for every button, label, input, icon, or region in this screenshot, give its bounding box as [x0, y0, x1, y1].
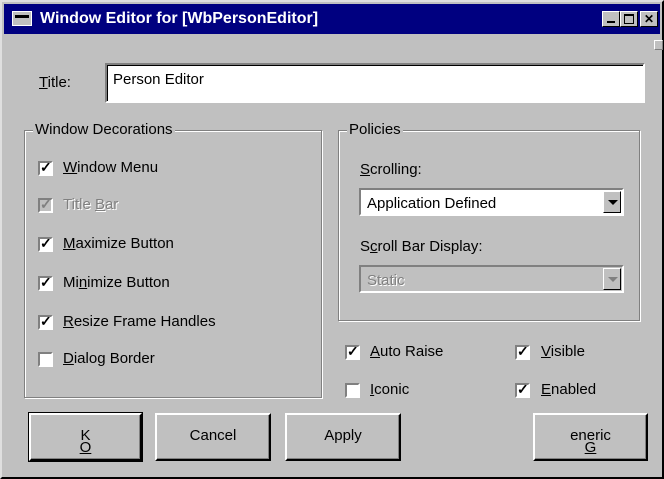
scroll-bar-display-dropdown-icon: [603, 268, 621, 290]
maximize-button-checkbox[interactable]: [38, 235, 53, 252]
ok-button[interactable]: OK: [28, 412, 143, 462]
scrolling-select[interactable]: Application Defined: [359, 188, 624, 216]
window-title: Window Editor for [WbPersonEditor]: [40, 10, 319, 27]
scrolling-label: Scrolling:: [360, 161, 422, 178]
dialog-border-checkbox[interactable]: [38, 352, 53, 367]
resize-frame-handles-label[interactable]: Resize Frame Handles: [63, 313, 216, 330]
auto-raise-label[interactable]: Auto Raise: [370, 343, 443, 360]
resize-frame-handles-checkbox[interactable]: [38, 313, 53, 330]
visible-checkbox[interactable]: [515, 343, 530, 360]
minimize-button-checkbox[interactable]: [38, 274, 53, 291]
visible-label[interactable]: Visible: [541, 343, 585, 360]
minimize-button-label[interactable]: Minimize Button: [63, 274, 170, 291]
cancel-button-label: Cancel: [189, 427, 237, 444]
generic-button[interactable]: Generic: [533, 413, 648, 461]
resize-grip-icon[interactable]: [654, 40, 663, 50]
title-bar-label: Title Bar: [63, 196, 119, 213]
window-menu-checkbox[interactable]: [38, 159, 53, 176]
title-bar-checkbox: [38, 196, 53, 213]
enabled-label[interactable]: Enabled: [541, 381, 596, 398]
title-bar[interactable]: Window Editor for [WbPersonEditor] ✕: [4, 4, 660, 34]
scroll-bar-display-select: Static: [359, 265, 624, 293]
maximize-button-label[interactable]: Maximize Button: [63, 235, 174, 252]
title-field-value: Person Editor: [113, 71, 204, 88]
system-menu-icon[interactable]: [12, 11, 32, 26]
scrolling-value: Application Defined: [367, 195, 497, 212]
scroll-bar-display-label: Scroll Bar Display:: [360, 238, 483, 255]
apply-button[interactable]: Apply: [285, 413, 401, 461]
close-icon[interactable]: ✕: [640, 11, 658, 27]
cancel-button[interactable]: Cancel: [155, 413, 271, 461]
title-field-label: Title:: [39, 74, 71, 91]
dialog-border-label[interactable]: Dialog Border: [63, 350, 155, 367]
scroll-bar-display-value: Static: [367, 272, 405, 289]
iconic-checkbox[interactable]: [345, 383, 360, 398]
scrolling-dropdown-icon[interactable]: [603, 191, 621, 213]
title-field[interactable]: Person Editor: [105, 63, 645, 103]
auto-raise-checkbox[interactable]: [345, 343, 360, 360]
apply-button-label: Apply: [324, 427, 362, 444]
iconic-label[interactable]: Iconic: [370, 381, 409, 398]
minimize-icon[interactable]: [602, 11, 620, 27]
window-decorations-legend: Window Decorations: [33, 121, 175, 138]
maximize-icon[interactable]: [620, 11, 638, 27]
policies-legend: Policies: [347, 121, 403, 138]
window-editor-dialog: Window Editor for [WbPersonEditor] ✕ Tit…: [0, 0, 664, 479]
enabled-checkbox[interactable]: [515, 381, 530, 398]
window-menu-label[interactable]: Window Menu: [63, 159, 158, 176]
